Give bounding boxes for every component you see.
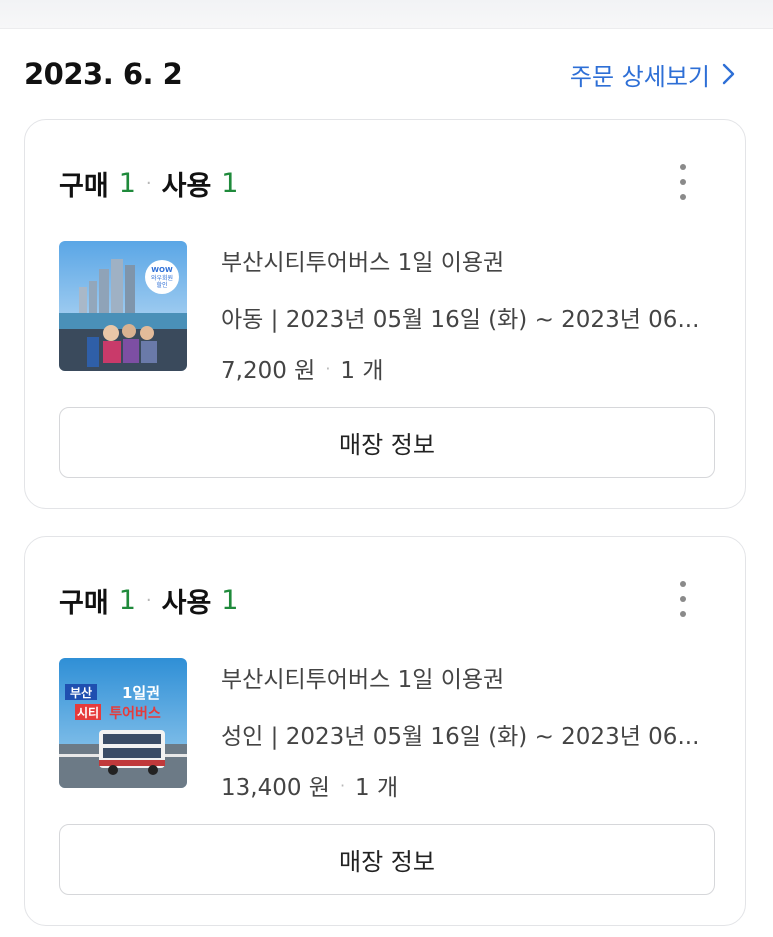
use-label: 사용 [161, 171, 212, 202]
price-quantity: 7,200 원 · 1 개 [221, 344, 721, 392]
use-label: 사용 [161, 588, 212, 619]
use-count: 1 [221, 168, 239, 199]
order-date: 2023. 6. 2 [24, 57, 183, 91]
product-price: 7,200 원 [221, 358, 316, 384]
thumb-badge-member: 와우회원 [151, 274, 173, 282]
store-info-button[interactable]: 매장 정보 [59, 824, 715, 895]
separator-dot: · [339, 775, 346, 795]
product-option: 아동 | 2023년 05월 16일 (화) ~ 2023년 06... [221, 307, 700, 333]
product-quantity: 1 개 [340, 358, 384, 384]
use-count: 1 [221, 585, 239, 616]
separator-dot: · [325, 358, 331, 378]
product-option: 성인 | 2023년 05월 16일 (화) ~ 2023년 06... [221, 724, 700, 750]
purchase-label: 구매 [59, 171, 109, 202]
product-info: 부산시티투어버스 1일 이용권 아동 | 2023년 05월 16일 (화) ~… [221, 248, 721, 392]
product-thumbnail: 부산 1일권 시티 투어버스 [59, 658, 187, 788]
price-quantity: 13,400 원 · 1 개 [221, 761, 721, 809]
thumb-text-city: 시티 [77, 705, 99, 720]
product-thumbnail: WOW 와우회원 할인 [59, 241, 187, 371]
thumb-badge-wow: WOW [151, 266, 173, 274]
thumb-badge-discount: 할인 [156, 281, 167, 289]
purchase-label: 구매 [59, 588, 109, 619]
chevron-right-icon [722, 63, 736, 85]
purchase-use-status: 구매 1 · 사용 1 [59, 164, 238, 203]
separator-dot: · [145, 173, 152, 194]
purchase-use-status: 구매 1 · 사용 1 [59, 581, 238, 620]
product-quantity: 1 개 [355, 775, 399, 801]
more-options-icon[interactable] [671, 581, 695, 617]
product-name: 부산시티투어버스 1일 이용권 [221, 250, 505, 276]
order-item-card: 구매 1 · 사용 1 부산 1일권 시티 투어버스 부산시티투어버스 1일 이… [24, 536, 746, 926]
store-info-button[interactable]: 매장 정보 [59, 407, 715, 478]
more-options-icon[interactable] [671, 164, 695, 200]
thumb-text-busan: 부산 [70, 685, 92, 700]
purchase-count: 1 [118, 585, 136, 616]
separator-dot: · [145, 590, 152, 611]
thumb-text-day-pass: 1일권 [122, 684, 160, 702]
top-strip [0, 0, 773, 29]
order-header: 2023. 6. 2 주문 상세보기 [24, 52, 736, 96]
purchase-count: 1 [118, 168, 136, 199]
product-name: 부산시티투어버스 1일 이용권 [221, 667, 505, 693]
order-detail-link[interactable]: 주문 상세보기 [570, 57, 736, 92]
order-detail-label: 주문 상세보기 [569, 62, 710, 91]
product-info: 부산시티투어버스 1일 이용권 성인 | 2023년 05월 16일 (화) ~… [221, 665, 721, 809]
product-price: 13,400 원 [221, 775, 330, 801]
thumb-text-tour-bus: 투어버스 [109, 705, 161, 722]
order-item-card: 구매 1 · 사용 1 WOW 와우회원 할인 부산시티투어버스 1일 이용권 … [24, 119, 746, 509]
